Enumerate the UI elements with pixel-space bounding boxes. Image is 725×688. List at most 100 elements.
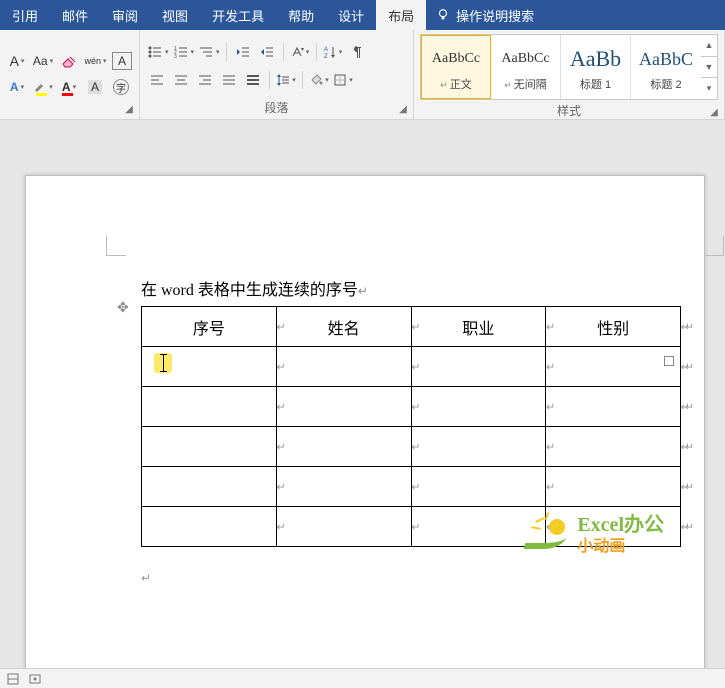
table-cell[interactable]: ↵ <box>276 387 411 427</box>
trailing-paragraph-mark[interactable]: ↵ <box>141 571 694 586</box>
styles-group-label: 样式 ◢ <box>414 100 724 122</box>
change-case-button[interactable]: Aa <box>32 50 54 72</box>
document-area[interactable]: ✥ 在 word 表格中生成连续的序号↵ 序号↵ 姓名↵ 职业↵ 性别↵↵ ↵ … <box>0 120 725 668</box>
menu-tab-design[interactable]: 设计 <box>326 0 376 30</box>
styles-gallery: AaBbCc ↵正文 AaBbCc ↵无间隔 AaBb 标题 1 AaBbC 标… <box>420 34 718 100</box>
table-cell[interactable]: ↵↵ <box>546 467 681 507</box>
menu-tab-references[interactable]: 引用 <box>0 0 50 30</box>
align-left-button[interactable] <box>146 69 168 91</box>
document-title-line[interactable]: 在 word 表格中生成连续的序号↵ <box>141 276 694 300</box>
asian-layout-icon <box>290 45 304 59</box>
menu-tab-review[interactable]: 审阅 <box>100 0 150 30</box>
clear-formatting-button[interactable] <box>58 50 80 72</box>
table-cell[interactable]: ↵ <box>411 467 546 507</box>
ribbon-group-paragraph: 123 AZ <box>140 30 414 119</box>
table-cell[interactable]: ↵↵ <box>546 347 681 387</box>
table-row[interactable]: ↵ ↵ ↵ ↵↵ <box>142 427 681 467</box>
gallery-down-icon[interactable]: ▼ <box>701 57 717 79</box>
status-macro-icon[interactable] <box>28 672 42 686</box>
highlight-color-button[interactable] <box>32 76 54 98</box>
outdent-icon <box>235 45 251 59</box>
align-center-button[interactable] <box>170 69 192 91</box>
style-heading-2[interactable]: AaBbC 标题 2 <box>631 35 701 99</box>
style-gallery-scroll[interactable]: ▲ ▼ ▾ <box>701 35 717 99</box>
increase-indent-button[interactable] <box>256 41 278 63</box>
font-color-button[interactable]: A <box>58 76 80 98</box>
status-section-icon[interactable] <box>6 672 20 686</box>
multilevel-list-button[interactable] <box>197 41 221 63</box>
table-cell[interactable]: ↵ <box>411 427 546 467</box>
table-cell[interactable]: ↵↵ <box>546 387 681 427</box>
table-row[interactable]: ↵ ↵ ↵ ↵↵ <box>142 387 681 427</box>
asian-layout-button[interactable] <box>289 41 311 63</box>
paragraph-group-label: 段落 ◢ <box>140 97 413 119</box>
table-cell[interactable]: ↵ <box>276 347 411 387</box>
sun-swoosh-icon <box>525 517 569 551</box>
text-effects-button[interactable]: A <box>6 76 28 98</box>
watermark-line2: 小动画 <box>577 537 664 556</box>
table-cell[interactable]: ↵ <box>142 387 277 427</box>
menu-tab-layout[interactable]: 布局 <box>376 0 426 30</box>
grow-font-button[interactable]: A <box>6 50 28 72</box>
table-cell[interactable]: ↵ <box>142 347 277 387</box>
page-content[interactable]: ✥ 在 word 表格中生成连续的序号↵ 序号↵ 姓名↵ 职业↵ 性别↵↵ ↵ … <box>141 276 694 586</box>
indent-icon <box>259 45 275 59</box>
gallery-more-icon[interactable]: ▾ <box>701 78 717 99</box>
menu-tab-developer[interactable]: 开发工具 <box>200 0 276 30</box>
status-bar <box>0 668 725 688</box>
table-cell[interactable]: ↵ <box>142 467 277 507</box>
col-header-seq[interactable]: 序号↵ <box>142 307 277 347</box>
svg-text:A: A <box>324 47 328 53</box>
page[interactable]: ✥ 在 word 表格中生成连续的序号↵ 序号↵ 姓名↵ 职业↵ 性别↵↵ ↵ … <box>25 175 705 668</box>
style-normal[interactable]: AaBbCc ↵正文 <box>421 35 491 99</box>
table-row[interactable]: ↵ ↵ ↵ ↵↵ <box>142 347 681 387</box>
table-cell[interactable]: ↵ <box>142 427 277 467</box>
word-table[interactable]: 序号↵ 姓名↵ 职业↵ 性别↵↵ ↵ ↵ ↵ ↵↵ ↵ ↵ <box>141 306 681 547</box>
numbering-button[interactable]: 123 <box>172 41 196 63</box>
line-spacing-button[interactable] <box>275 69 297 91</box>
col-header-name[interactable]: 姓名↵ <box>276 307 411 347</box>
borders-button[interactable] <box>332 69 354 91</box>
menu-tab-view[interactable]: 视图 <box>150 0 200 30</box>
line-spacing-icon <box>276 73 290 87</box>
col-header-gender[interactable]: 性别↵↵ <box>546 307 681 347</box>
table-row[interactable]: ↵ ↵ ↵ ↵↵ <box>142 467 681 507</box>
style-no-spacing[interactable]: AaBbCc ↵无间隔 <box>491 35 561 99</box>
table-cell[interactable]: ↵ <box>411 387 546 427</box>
align-right-icon <box>197 73 213 87</box>
table-resize-handle[interactable] <box>664 356 674 366</box>
table-cell[interactable]: ↵ <box>276 427 411 467</box>
borders-icon <box>333 73 347 87</box>
character-border-button[interactable]: A <box>111 50 133 72</box>
align-distribute-icon <box>245 73 261 87</box>
font-dialog-launcher[interactable]: ◢ <box>123 104 135 116</box>
table-cell[interactable]: ↵ <box>142 507 277 547</box>
align-distribute-button[interactable] <box>242 69 264 91</box>
character-shading-button[interactable]: A <box>84 76 106 98</box>
sort-button[interactable]: AZ <box>322 41 344 63</box>
align-justify-button[interactable] <box>218 69 240 91</box>
menu-tab-mailings[interactable]: 邮件 <box>50 0 100 30</box>
table-header-row[interactable]: 序号↵ 姓名↵ 职业↵ 性别↵↵ <box>142 307 681 347</box>
pilcrow-icon <box>351 45 363 59</box>
menu-tab-help[interactable]: 帮助 <box>276 0 326 30</box>
styles-dialog-launcher[interactable]: ◢ <box>708 107 720 119</box>
phonetic-guide-button[interactable]: wén <box>84 50 107 72</box>
show-marks-button[interactable] <box>346 41 368 63</box>
table-cell[interactable]: ↵ <box>276 507 411 547</box>
table-anchor-icon[interactable]: ✥ <box>117 300 129 317</box>
table-cell[interactable]: ↵ <box>276 467 411 507</box>
style-heading-1[interactable]: AaBb 标题 1 <box>561 35 631 99</box>
enclose-characters-button[interactable]: 字 <box>110 76 132 98</box>
align-right-button[interactable] <box>194 69 216 91</box>
table-cell[interactable]: ↵ <box>411 347 546 387</box>
table-cell[interactable]: ↵↵ <box>546 427 681 467</box>
paragraph-dialog-launcher[interactable]: ◢ <box>397 104 409 116</box>
shading-button[interactable] <box>308 69 330 91</box>
gallery-up-icon[interactable]: ▲ <box>701 35 717 57</box>
tell-me-search[interactable]: 操作说明搜索 <box>426 0 544 30</box>
decrease-indent-button[interactable] <box>232 41 254 63</box>
col-header-job[interactable]: 职业↵ <box>411 307 546 347</box>
numbering-icon: 123 <box>173 45 189 59</box>
bullets-button[interactable] <box>146 41 170 63</box>
